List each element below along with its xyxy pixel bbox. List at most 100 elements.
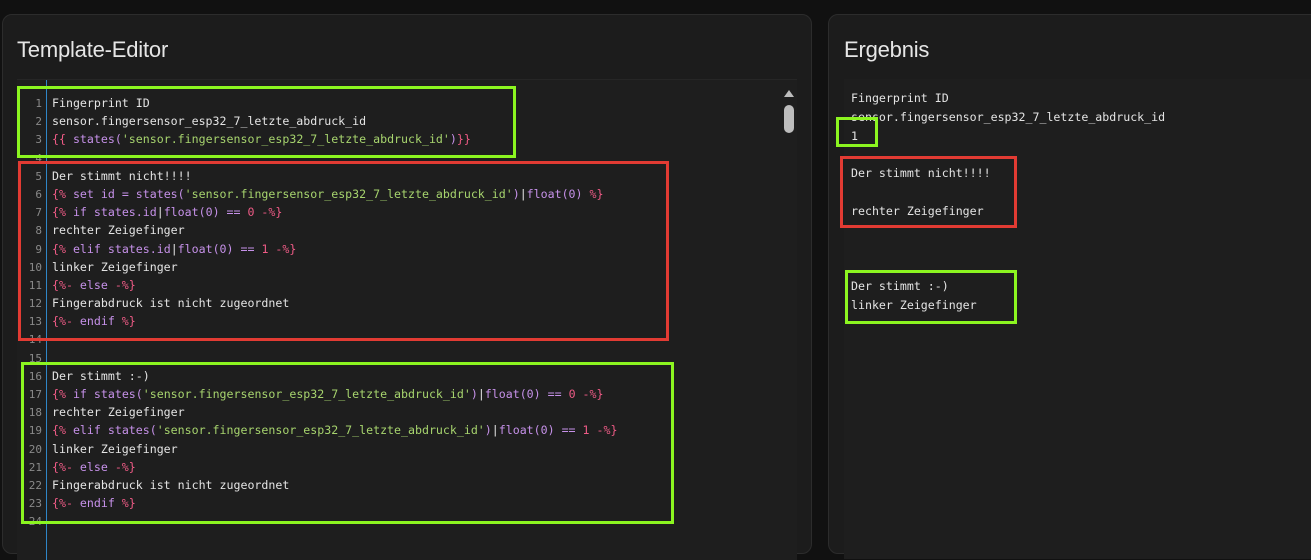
line-number: 11: [28, 278, 42, 292]
line-number: 4: [35, 151, 42, 165]
line-number: 14: [28, 333, 42, 347]
code-token: |: [156, 205, 164, 220]
line-number: 22: [28, 478, 42, 492]
scroll-thumb[interactable]: [784, 105, 794, 133]
line-number: 12: [28, 297, 42, 311]
code-token: |: [477, 387, 485, 401]
code-line[interactable]: 2 sensor.fingersensor_esp32_7_letzte_abdr…: [17, 112, 617, 130]
code-line[interactable]: 14: [17, 330, 617, 348]
code-line[interactable]: 15: [17, 349, 617, 367]
code-line[interactable]: 13 {%- endif %}: [17, 312, 617, 330]
result-line: Der stimmt nicht!!!!: [851, 166, 991, 181]
code-token: -%}: [268, 241, 297, 256]
code-lines: 1 Fingerprint ID 2 sensor.fingersensor_esp3…: [17, 94, 618, 531]
code-line[interactable]: 7 {% if states.id|float(0) == 0 -%}: [17, 203, 617, 221]
code-token: %}: [114, 314, 136, 329]
code-token: 0: [568, 387, 576, 401]
result-title: Ergebnis: [844, 37, 930, 62]
code-token: {%-: [52, 459, 80, 474]
code-token: 'sensor.fingersensor_esp32_7_letzte_abdr…: [184, 186, 513, 201]
code-token: if states(: [72, 387, 143, 401]
code-line[interactable]: 11 {%- else -%}: [17, 276, 617, 294]
code-token: -%}: [575, 387, 604, 401]
result-line: Fingerprint ID: [851, 91, 949, 105]
code-line[interactable]: 12 Fingerabdruck ist nicht zugeordnet: [17, 294, 617, 312]
code-token: |: [491, 423, 499, 438]
code-token: 1: [582, 423, 590, 438]
code-token: 'sensor.fingersensor_esp32_7_letzte_abdr…: [142, 387, 471, 401]
code-token: float(0) ==: [498, 423, 583, 438]
line-number: 2: [35, 115, 42, 129]
code-token: -%}: [589, 423, 618, 438]
line-number: 21: [28, 460, 42, 474]
template-code-editor[interactable]: 1 Fingerprint ID 2 sensor.fingersensor_esp3…: [17, 79, 797, 560]
result-line: sensor.fingersensor_esp32_7_letzte_abdru…: [851, 109, 1166, 124]
code-token: {%: [52, 241, 73, 256]
code-token: 'sensor.fingersensor_esp32_7_letzte_abdr…: [156, 423, 485, 438]
code-line[interactable]: 1 Fingerprint ID: [17, 94, 617, 112]
line-number: 5: [35, 169, 42, 183]
line-number: 19: [28, 424, 42, 438]
code-token: states(: [72, 132, 122, 147]
code-line[interactable]: 6 {% set id = states('sensor.fingersensor…: [17, 185, 617, 203]
code-token: Fingerprint ID: [52, 96, 150, 110]
code-token: float(0) ==: [484, 387, 569, 401]
code-line[interactable]: 3 {{ states('sensor.fingersensor_esp32_7_…: [17, 130, 617, 148]
code-line[interactable]: 23 {%- endif %}: [17, 494, 617, 512]
code-token: float(0) ==: [163, 205, 248, 220]
code-token: -%}: [254, 205, 283, 220]
result-line: [851, 145, 1165, 164]
code-token: |: [170, 241, 178, 256]
code-line[interactable]: 24: [17, 512, 617, 530]
result-panel: Ergebnis Fingerprint ID sensor.fingersens…: [828, 14, 1311, 559]
code-token: rechter Zeigefinger: [52, 223, 185, 238]
code-line[interactable]: 21 {%- else -%}: [17, 458, 617, 476]
code-token: linker Zeigefinger: [52, 441, 178, 456]
result-line: linker Zeigefinger: [851, 297, 977, 312]
code-token: {%-: [52, 314, 80, 329]
code-token: if states.id: [72, 205, 157, 220]
code-token: {%: [52, 205, 73, 220]
code-line[interactable]: 22 Fingerabdruck ist nicht zugeordnet: [17, 476, 617, 494]
code-line[interactable]: 20 linker Zeigefinger: [17, 440, 617, 458]
code-token: |: [519, 186, 527, 201]
line-number: 16: [28, 369, 42, 383]
line-number: 9: [35, 242, 42, 256]
line-number: 8: [35, 224, 42, 238]
code-token: -%}: [107, 277, 136, 292]
code-line[interactable]: 8 rechter Zeigefinger: [17, 221, 617, 239]
code-line[interactable]: 10 linker Zeigefinger: [17, 258, 617, 276]
code-token: 'sensor.fingersensor_esp32_7_letzte_abdr…: [121, 132, 450, 147]
result-line: [851, 258, 1165, 277]
code-line[interactable]: 5 Der stimmt nicht!!!!: [17, 167, 617, 185]
line-number: 23: [28, 497, 42, 511]
code-token: sensor.fingersensor_esp32_7_letzte_abdru…: [52, 114, 367, 129]
code-token: linker Zeigefinger: [52, 259, 178, 274]
code-token: {{: [52, 132, 73, 147]
line-number: 15: [28, 351, 42, 365]
result-line: Der stimmt :-): [851, 278, 949, 293]
code-line[interactable]: 9 {% elif states.id|float(0) == 1 -%}: [17, 240, 617, 258]
code-token: %}: [589, 186, 604, 201]
result-line: [851, 239, 1165, 258]
result-line: rechter Zeigefinger: [851, 203, 984, 218]
code-token: set id = states(: [72, 186, 185, 201]
editor-scrollbar[interactable]: [783, 86, 795, 146]
line-number: 10: [28, 260, 42, 274]
code-token: rechter Zeigefinger: [52, 405, 185, 420]
code-token: -%}: [107, 459, 136, 474]
code-token: {%: [52, 423, 73, 438]
code-token: elif states.id: [72, 241, 171, 256]
line-number: 17: [28, 388, 42, 401]
code-line[interactable]: 18 rechter Zeigefinger: [17, 403, 617, 421]
code-line[interactable]: 19 {% elif states('sensor.fingersensor_es…: [17, 421, 618, 439]
result-output: Fingerprint ID sensor.fingersensor_esp32_…: [844, 79, 1311, 559]
line-number: 13: [28, 315, 42, 329]
scroll-up-arrow-icon[interactable]: [784, 90, 794, 97]
code-line[interactable]: 17 {% if states('sensor.fingersensor_esp3…: [17, 385, 617, 403]
code-line[interactable]: 4: [17, 149, 617, 167]
code-token: %}: [114, 496, 136, 511]
code-line[interactable]: 16 Der stimmt :-): [17, 367, 617, 385]
template-editor-title: Template-Editor: [17, 37, 169, 62]
line-number: 3: [35, 133, 42, 147]
